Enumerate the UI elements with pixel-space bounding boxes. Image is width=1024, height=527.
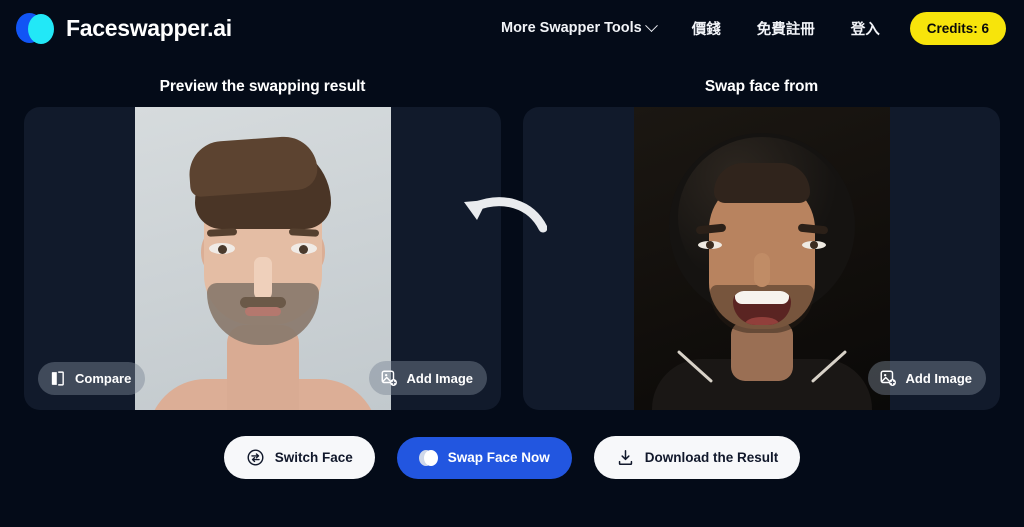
source-image xyxy=(633,107,890,410)
panel-columns: Preview the swapping result Compare Add … xyxy=(24,78,1000,410)
overlapping-circles-logo-icon xyxy=(418,449,438,467)
download-result-button-label: Download the Result xyxy=(644,450,779,465)
preview-column: Preview the swapping result Compare Add … xyxy=(24,78,501,410)
compare-button-label: Compare xyxy=(75,371,132,386)
switch-face-button-label: Switch Face xyxy=(274,450,353,465)
brand-name: Faceswapper.ai xyxy=(66,14,232,41)
brand-logo-link[interactable]: Faceswapper.ai xyxy=(16,10,232,46)
switch-arrows-circle-icon xyxy=(246,448,265,467)
download-icon xyxy=(616,448,635,467)
preview-image xyxy=(134,107,391,410)
add-image-button-label: Add Image xyxy=(406,370,473,386)
main-nav: More Swapper Tools 價錢 免費註冊 登入 Credits: 6 xyxy=(483,10,1006,47)
preview-panel[interactable]: Compare Add Image xyxy=(24,107,501,410)
nav-item-login[interactable]: 登入 xyxy=(833,10,898,47)
credits-badge[interactable]: Credits: 6 xyxy=(909,11,1006,45)
source-column: Swap face from Add Image xyxy=(523,78,1000,410)
nav-item-label: 價錢 xyxy=(691,21,721,38)
overlapping-circles-logo-icon xyxy=(16,10,54,46)
nav-item-more-swapper-tools[interactable]: More Swapper Tools xyxy=(483,12,674,44)
chevron-down-icon xyxy=(644,18,658,32)
add-image-button-left[interactable]: Add Image xyxy=(368,361,487,395)
top-header: Faceswapper.ai More Swapper Tools 價錢 免費註… xyxy=(0,0,1024,56)
workspace: Preview the swapping result Compare Add … xyxy=(0,56,1024,479)
nav-item-label: More Swapper Tools xyxy=(500,20,642,36)
nav-item-label: 登入 xyxy=(850,21,880,38)
add-image-button-right[interactable]: Add Image xyxy=(867,361,986,395)
nav-item-pricing[interactable]: 價錢 xyxy=(674,10,739,47)
logo-circle-cyan xyxy=(28,14,54,44)
compare-button[interactable]: Compare xyxy=(38,362,146,395)
download-result-button[interactable]: Download the Result xyxy=(593,436,801,479)
portrait-result-face xyxy=(135,107,391,410)
image-plus-icon xyxy=(380,369,398,387)
image-plus-icon xyxy=(879,369,897,387)
preview-panel-title: Preview the swapping result xyxy=(159,78,366,95)
action-bar: Switch Face Swap Face Now Download the R… xyxy=(24,436,1000,479)
source-panel-title: Swap face from xyxy=(704,78,819,95)
switch-face-button[interactable]: Switch Face xyxy=(223,436,375,479)
nav-item-free-signup[interactable]: 免費註冊 xyxy=(739,10,833,47)
portrait-source-face xyxy=(634,107,890,410)
nav-item-label: 免費註冊 xyxy=(756,21,815,38)
swap-face-now-button[interactable]: Swap Face Now xyxy=(396,436,572,479)
source-panel[interactable]: Add Image xyxy=(523,107,1000,410)
add-image-button-label: Add Image xyxy=(905,370,972,386)
compare-split-icon xyxy=(49,370,66,387)
swap-face-now-button-label: Swap Face Now xyxy=(447,450,550,465)
